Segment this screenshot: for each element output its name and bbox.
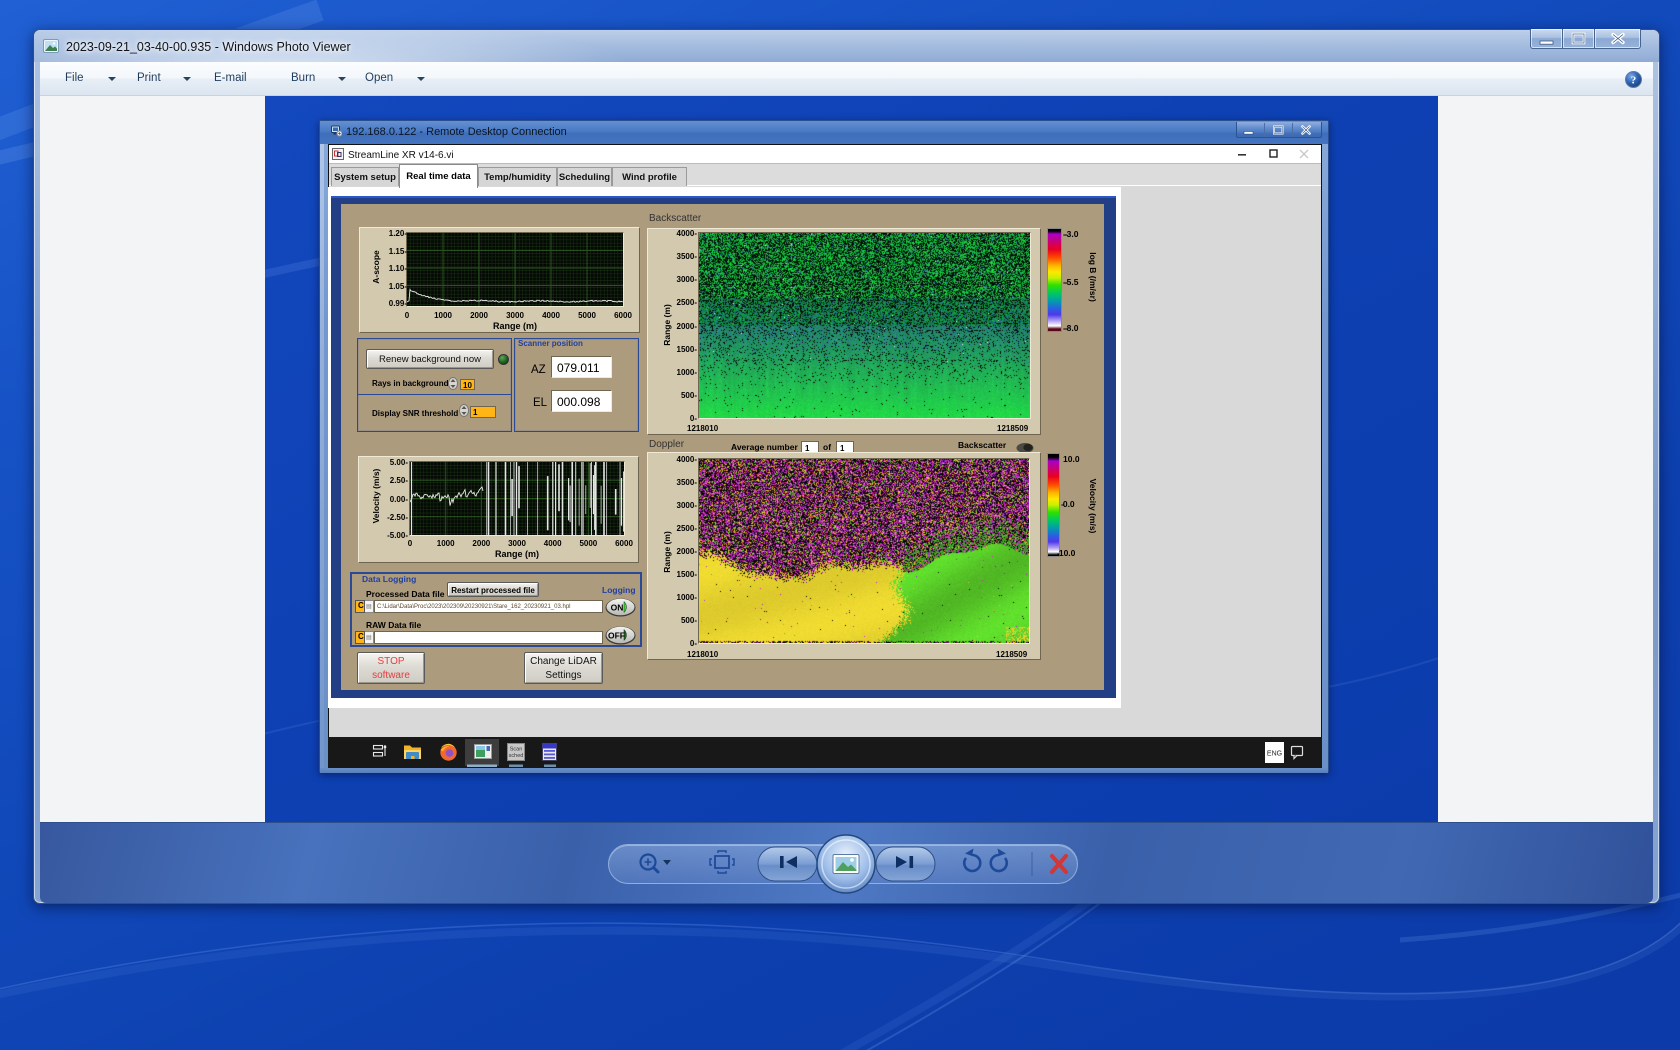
svg-text:Scan: Scan	[510, 747, 523, 753]
svg-text:ON: ON	[611, 603, 624, 613]
svg-text:OFF: OFF	[608, 631, 625, 641]
svg-text:ENG: ENG	[1267, 751, 1282, 758]
svg-text:?: ?	[1631, 75, 1637, 87]
svg-text:sched: sched	[509, 753, 524, 759]
